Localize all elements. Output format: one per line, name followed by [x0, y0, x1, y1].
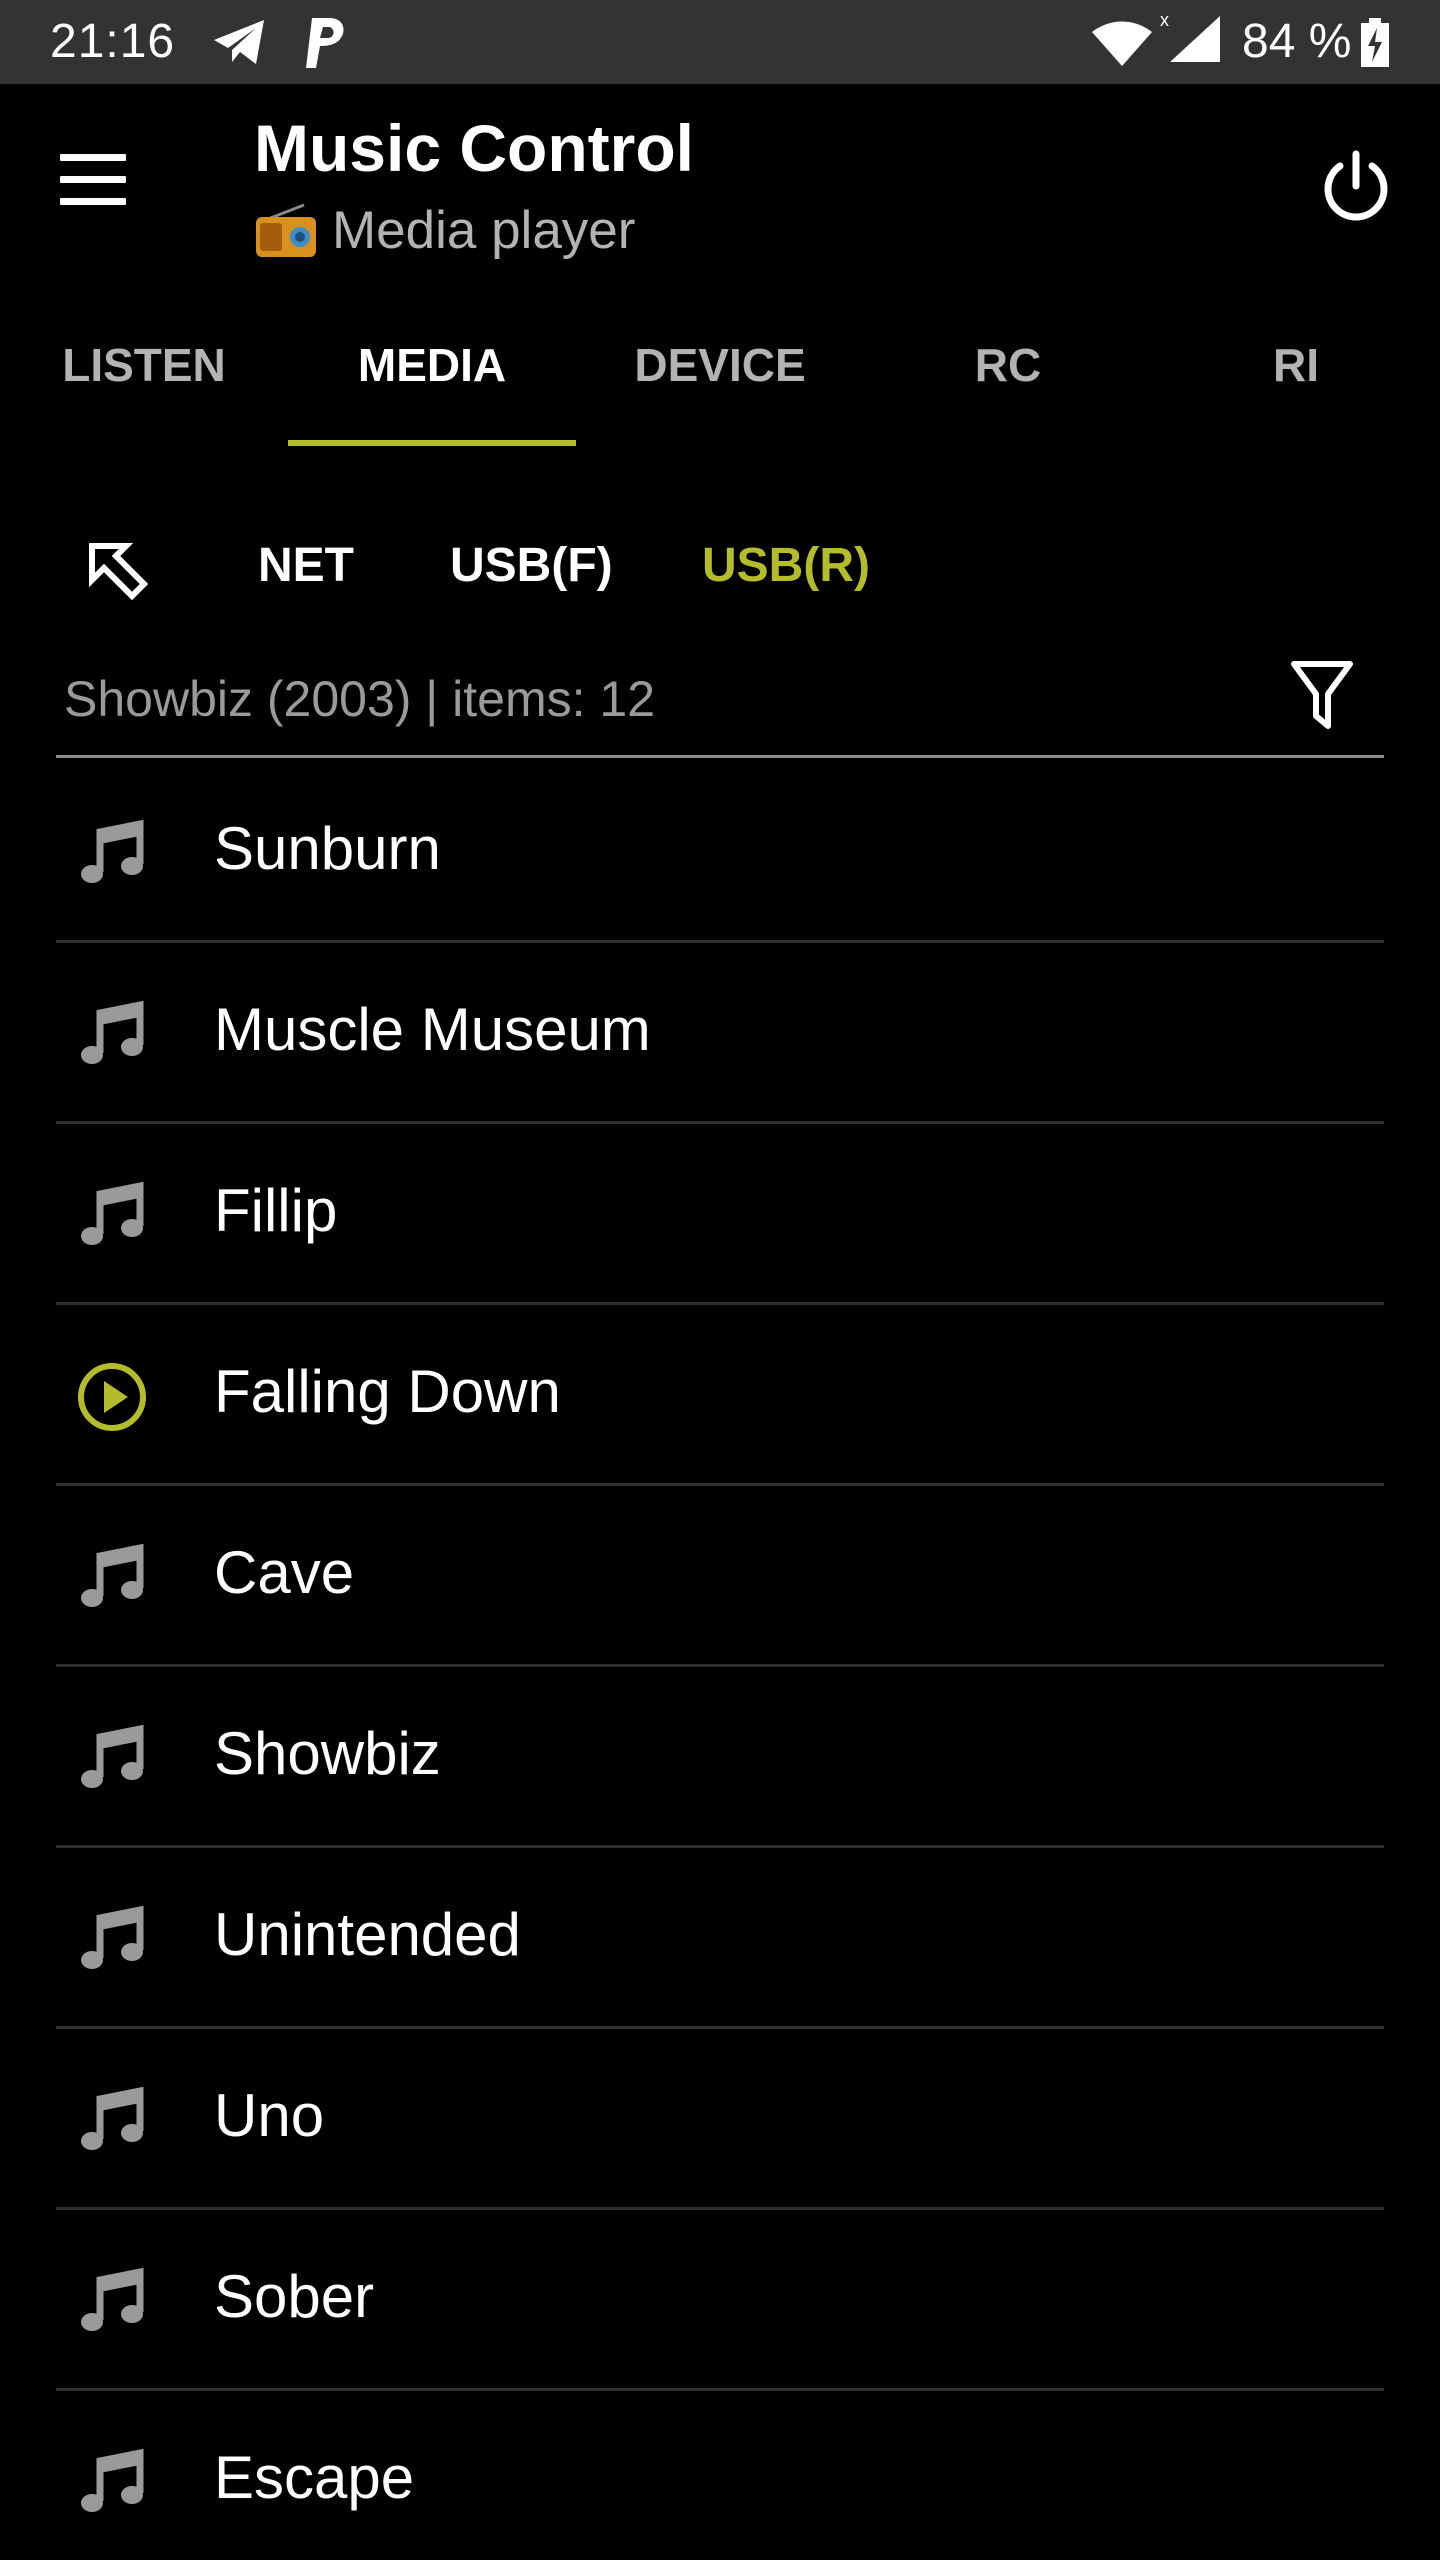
battery-charging-icon: [1361, 18, 1389, 67]
tab-listen[interactable]: LISTEN: [0, 300, 288, 450]
list-item[interactable]: Cave: [56, 1486, 1384, 1667]
music-note-icon: [81, 1000, 144, 1064]
app-bar: Music Control Media player: [0, 84, 1440, 284]
back-arrow-icon[interactable]: [86, 540, 150, 604]
list-item[interactable]: Showbiz: [56, 1667, 1384, 1848]
tab-media[interactable]: MEDIA: [288, 300, 576, 450]
track-title: Sober: [214, 2263, 375, 2330]
p-icon: [306, 18, 344, 68]
track-title: Falling Down: [214, 1358, 561, 1425]
tab-bar: LISTEN MEDIA DEVICE RC RI: [0, 300, 1440, 450]
list-item[interactable]: Sunburn: [56, 762, 1384, 943]
hamburger-line-icon: [60, 198, 126, 205]
tab-indicator: [288, 440, 576, 446]
filter-icon[interactable]: [1290, 660, 1354, 732]
track-title: Escape: [214, 2444, 415, 2511]
track-title: Fillip: [214, 1177, 338, 1244]
signal-icon: x: [1160, 10, 1220, 62]
wifi-icon: [1092, 21, 1152, 66]
source-usb-rear[interactable]: USB(R): [702, 538, 870, 593]
track-title: Unintended: [214, 1901, 521, 1968]
telegram-icon: [214, 20, 264, 64]
list-item[interactable]: Muscle Museum: [56, 943, 1384, 1124]
track-title: Showbiz: [214, 1720, 441, 1787]
path-row: Showbiz (2003) | items: 12: [56, 640, 1384, 758]
play-circle-icon: [78, 1363, 146, 1431]
music-note-icon: [81, 1724, 144, 1788]
list-item[interactable]: Unintended: [56, 1848, 1384, 2029]
app-subtitle-row: Media player: [254, 200, 635, 261]
hamburger-line-icon: [60, 176, 126, 183]
source-net[interactable]: NET: [258, 538, 354, 593]
source-usb-front[interactable]: USB(F): [450, 538, 613, 593]
track-list: Sunburn Muscle Museum Fillip Falling Dow…: [56, 762, 1384, 2560]
music-note-icon: [81, 2086, 144, 2150]
list-item[interactable]: Escape: [56, 2391, 1384, 2560]
music-note-icon: [81, 1181, 144, 1245]
track-title: Sunburn: [214, 815, 441, 882]
music-note-icon: [81, 2267, 144, 2331]
source-bar: NET USB(F) USB(R): [0, 520, 1440, 620]
tab-device[interactable]: DEVICE: [576, 300, 864, 450]
music-note-icon: [81, 819, 144, 883]
path-text: Showbiz (2003) | items: 12: [64, 671, 656, 727]
svg-text:x: x: [1160, 10, 1169, 30]
list-item-playing[interactable]: Falling Down: [56, 1305, 1384, 1486]
track-title: Uno: [214, 2082, 325, 2149]
list-item[interactable]: Sober: [56, 2210, 1384, 2391]
power-icon[interactable]: [1316, 148, 1396, 228]
app-title: Music Control: [254, 111, 694, 185]
tab-rc[interactable]: RC: [864, 300, 1152, 450]
status-bar: 21:16 x 84 %: [0, 0, 1440, 84]
radio-icon: [256, 203, 316, 257]
music-note-icon: [81, 1543, 144, 1607]
music-note-icon: [81, 1905, 144, 1969]
track-title: Cave: [214, 1539, 355, 1606]
menu-button[interactable]: [60, 154, 136, 214]
battery-percent: 84 %: [1242, 15, 1352, 68]
hamburger-line-icon: [60, 154, 126, 161]
tab-ri[interactable]: RI: [1152, 300, 1440, 450]
track-title: Muscle Museum: [214, 996, 651, 1063]
list-item[interactable]: Fillip: [56, 1124, 1384, 1305]
music-note-icon: [81, 2448, 144, 2512]
status-time: 21:16: [50, 15, 176, 68]
list-item[interactable]: Uno: [56, 2029, 1384, 2210]
app-subtitle: Media player: [332, 201, 636, 260]
